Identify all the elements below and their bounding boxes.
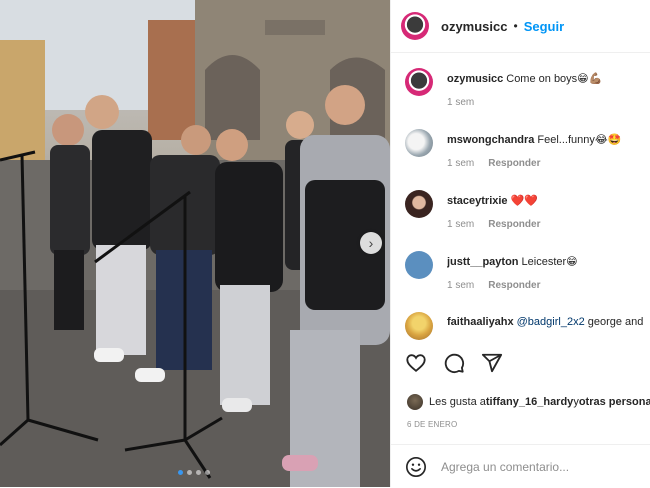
emoji-icon[interactable] [405,456,427,478]
comment-username[interactable]: mswongchandra [447,134,534,146]
carousel-dot [187,470,192,475]
share-icon[interactable] [481,352,503,374]
carousel-dots [178,470,210,475]
list-item: staceytrixie ❤️❤️ 1 sem Responder [391,178,650,239]
avatar[interactable] [401,12,429,40]
likes-summary[interactable]: Les gusta a tiffany_16_hardy y otras per… [407,394,650,410]
post-date[interactable]: 6 DE ENERO [407,420,457,429]
comment-text: Come on boys😁💪🏽 [506,73,603,85]
reply-button[interactable]: Responder [488,219,540,230]
list-item: justt__payton Leicester😁 1 sem Responder [391,239,650,300]
liker-avatar [407,394,423,410]
post-sidebar: ozymusicc • Seguir ozymusicc Come on boys… [390,0,650,487]
list-item: faithaaliyahx @badgirl_2x2 george and [391,300,650,346]
comment-text: george and [584,316,644,328]
follow-button[interactable]: Seguir [524,19,564,34]
photo-scene [0,0,390,487]
comment-time[interactable]: 1 sem [447,280,474,291]
avatar[interactable] [405,251,433,279]
post-username[interactable]: ozymusicc [441,19,507,34]
post-header: ozymusicc • Seguir [391,0,650,53]
comment-time[interactable]: 1 sem [447,219,474,230]
action-bar [405,352,503,374]
avatar[interactable] [405,129,433,157]
likes-others[interactable]: otras personas [579,396,650,408]
list-item: mswongchandra Feel...funny😂🤩 1 sem Respond… [391,117,650,178]
comment-icon[interactable] [443,352,465,374]
reply-button[interactable]: Responder [488,158,540,169]
comment-username[interactable]: ozymusicc [447,73,503,85]
avatar[interactable] [405,68,433,96]
comment-mention[interactable]: @badgirl_2x2 [517,316,585,328]
likes-user[interactable]: tiffany_16_hardy [486,396,573,408]
comment-username[interactable]: faithaaliyahx [447,316,514,328]
chevron-right-icon: › [368,235,374,251]
comment-time[interactable]: 1 sem [447,158,474,169]
comments-list[interactable]: ozymusicc Come on boys😁💪🏽 1 sem mswongcha… [391,56,650,346]
comment-text: Leicester😁 [521,256,578,268]
separator-dot: • [513,19,518,33]
heart-icon[interactable] [405,352,427,374]
carousel-dot [178,470,183,475]
comment-composer [391,444,650,488]
post-photo[interactable]: › [0,0,390,487]
reply-button[interactable]: Responder [488,280,540,291]
comment-time[interactable]: 1 sem [447,97,474,108]
comment-text: Feel...funny😂🤩 [537,134,622,146]
comment-username[interactable]: justt__payton [447,256,519,268]
likes-prefix: Les gusta a [429,396,486,408]
avatar[interactable] [405,312,433,340]
carousel-dot [196,470,201,475]
caption-comment: ozymusicc Come on boys😁💪🏽 1 sem [391,56,650,117]
comment-input[interactable] [439,458,633,475]
comment-username[interactable]: staceytrixie [447,195,508,207]
carousel-next-button[interactable]: › [360,232,382,254]
carousel-dot [205,470,210,475]
comment-text: ❤️❤️ [510,195,538,207]
avatar[interactable] [405,190,433,218]
